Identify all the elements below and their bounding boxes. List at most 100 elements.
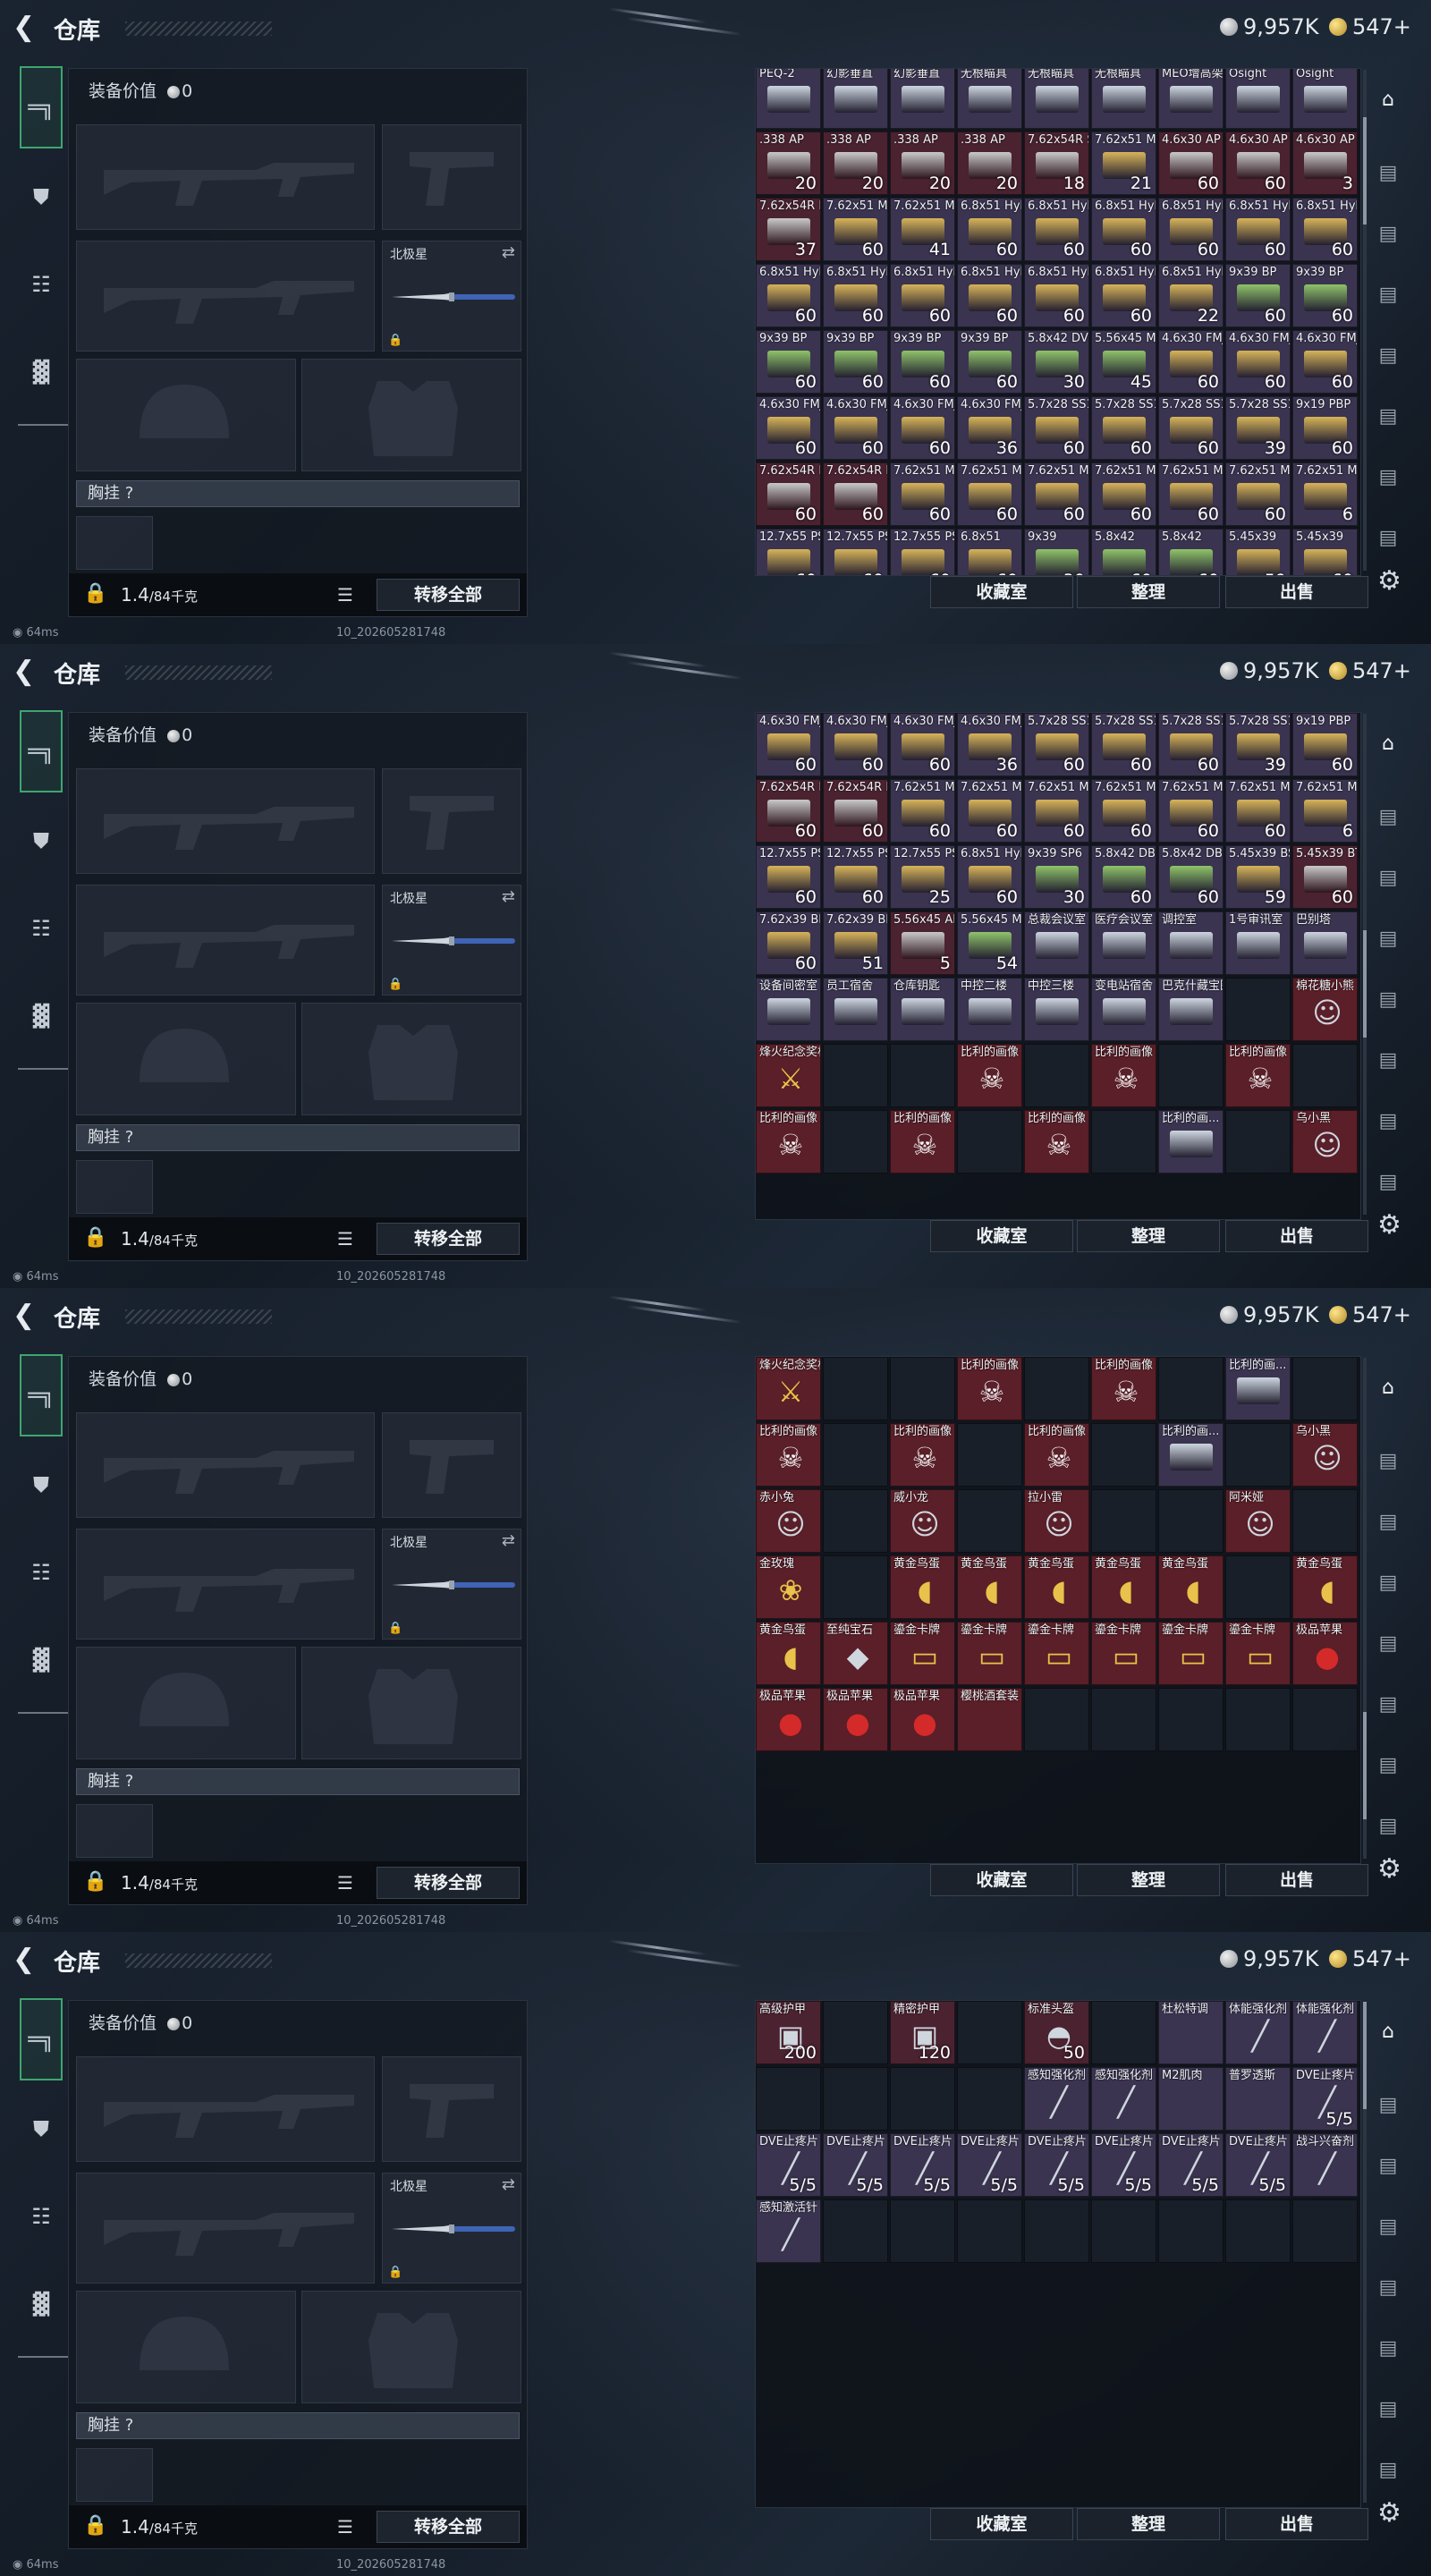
stash-item[interactable]: 5.7x28 SS190 60 — [1091, 713, 1156, 776]
stash-item[interactable]: ● 极品苹果 — [1292, 1622, 1358, 1685]
stash-item[interactable] — [1091, 1423, 1156, 1487]
stash-item[interactable]: ╱ DVE止疼片 5/5 — [1292, 2067, 1358, 2131]
list-icon[interactable]: ☰ — [337, 584, 353, 606]
primary-weapon-slot[interactable] — [76, 1412, 375, 1518]
stash-item[interactable]: 12.7x55 PS12 60 — [823, 529, 888, 575]
stash-item[interactable]: 无根瞄具 — [1024, 69, 1089, 129]
storage-tab-2-icon[interactable]: ▤ — [1370, 2148, 1406, 2184]
stash-item[interactable]: 7.62x51 M80 41 — [890, 198, 955, 261]
stash-item[interactable]: Osight — [1292, 69, 1358, 129]
stash-item[interactable]: 5.45x39 BT 60 — [1292, 845, 1358, 909]
chest-rig-header[interactable]: 胸挂 ? — [76, 1768, 520, 1795]
stash-item[interactable]: ◖ 黄金鸟蛋 — [1158, 1555, 1224, 1619]
stash-item[interactable]: 4.6x30 FMJ SX 60 — [756, 396, 821, 460]
stash-item[interactable]: 6.8x51 Hybrid 60 — [823, 264, 888, 327]
tab-rig[interactable]: ☷ — [20, 243, 63, 326]
stash-item[interactable]: 12.7x55 PS12 25 — [890, 845, 955, 909]
sell-button[interactable]: 出售 — [1225, 1864, 1368, 1896]
primary-weapon-slot[interactable] — [76, 768, 375, 874]
chest-rig-slot[interactable] — [76, 1160, 153, 1214]
stash-item[interactable] — [823, 2001, 888, 2064]
stash-item[interactable]: ◓ 标准头盔 50 — [1024, 2001, 1089, 2064]
stash-item[interactable]: 4.6x30 FMJ SX 36 — [957, 713, 1022, 776]
sell-button[interactable]: 出售 — [1225, 1220, 1368, 1252]
settings-gear-icon[interactable]: ⚙ — [1377, 1209, 1401, 1241]
stash-item[interactable]: ● 极品苹果 — [756, 1688, 821, 1751]
stash-item[interactable] — [957, 2067, 1022, 2131]
stash-item[interactable] — [1225, 978, 1291, 1041]
lock-toggle-icon[interactable]: 🔒 — [83, 1870, 107, 1893]
stash-item[interactable]: 4.6x30 FMJ SX 60 — [890, 396, 955, 460]
tab-weapons[interactable]: ═╗ — [20, 710, 63, 792]
stash-item[interactable]: 4.6x30 AP SX 60 — [1225, 131, 1291, 195]
stash-item[interactable]: ☺ 拉小雷 — [1024, 1489, 1089, 1553]
stash-item[interactable]: 9x19 PBP 60 — [1292, 396, 1358, 460]
storage-tab-2-icon[interactable]: ▤ — [1370, 1504, 1406, 1540]
stash-grid[interactable]: 4.6x30 FMJ SX604.6x30 FMJ SX604.6x30 FMJ… — [755, 712, 1361, 1220]
body-armor-slot[interactable] — [301, 359, 521, 471]
stash-item[interactable]: ◖ 黄金鸟蛋 — [1024, 1555, 1089, 1619]
stash-item[interactable]: 1号审讯室 — [1225, 911, 1291, 975]
stash-item[interactable]: 9x39 BP 60 — [756, 330, 821, 394]
transfer-all-button[interactable]: 转移全部 — [377, 1223, 520, 1255]
stash-item[interactable]: ▣ 精密护甲 120 — [890, 2001, 955, 2064]
list-icon[interactable]: ☰ — [337, 2516, 353, 2538]
stash-item[interactable]: 巴别塔 — [1292, 911, 1358, 975]
stash-item[interactable]: 9x39 BP 60 — [1225, 264, 1291, 327]
stash-item[interactable]: 5.56x45 AP 5 — [890, 911, 955, 975]
stash-item[interactable]: ● 极品苹果 — [890, 1688, 955, 1751]
stash-item[interactable]: 中控三楼 — [1024, 978, 1089, 1041]
stash-item[interactable]: 6.8x51 Hybrid 60 — [1292, 198, 1358, 261]
stash-item[interactable]: ╱ DVE止疼片 5/5 — [1225, 2133, 1291, 2197]
stash-item[interactable]: ◖ 黄金鸟蛋 — [890, 1555, 955, 1619]
stash-grid[interactable]: ⚔烽火纪念奖杯☠比利的画像☠比利的画像比利的画...☠比利的画像☠比利的画像☠比… — [755, 1356, 1361, 1864]
tab-backpack[interactable]: ▓ — [20, 2263, 63, 2345]
stash-item[interactable]: 9x39 BP 60 — [957, 330, 1022, 394]
stash-item[interactable]: MEO增高架 — [1158, 69, 1224, 129]
collection-room-button[interactable]: 收藏室 — [930, 1864, 1073, 1896]
stash-item[interactable]: 7.62x51 M80 60 — [1225, 779, 1291, 843]
stash-item[interactable]: 4.6x30 FMJ SX 60 — [823, 396, 888, 460]
stash-item[interactable]: 5.7x28 SS190 39 — [1225, 713, 1291, 776]
stash-item[interactable] — [1158, 1489, 1224, 1553]
tab-armor[interactable]: ⛊ — [20, 156, 63, 238]
storage-tab-6-icon[interactable]: ▤ — [1370, 460, 1406, 496]
stash-item[interactable] — [957, 1489, 1022, 1553]
stash-item[interactable]: 比利的画... — [1158, 1423, 1224, 1487]
storage-tab-4-icon[interactable]: ▤ — [1370, 338, 1406, 374]
storage-tab-1-icon[interactable]: ▤ — [1370, 1444, 1406, 1479]
stash-item[interactable]: ▭ 鎏金卡牌 — [1091, 1622, 1156, 1685]
stash-item[interactable]: ╱ 体能强化剂 — [1292, 2001, 1358, 2064]
tab-backpack[interactable]: ▓ — [20, 975, 63, 1057]
stash-item[interactable]: ⚔ 烽火纪念奖杯 — [756, 1044, 821, 1107]
stash-item[interactable]: 比利的画... — [1225, 1357, 1291, 1420]
settings-gear-icon[interactable]: ⚙ — [1377, 565, 1401, 597]
stash-item[interactable]: 4.6x30 FMJ SX 60 — [1225, 330, 1291, 394]
stash-item[interactable]: 6.8x51 Hybrid 60 — [1024, 264, 1089, 327]
settings-gear-icon[interactable]: ⚙ — [1377, 1853, 1401, 1885]
stash-item[interactable] — [1225, 1423, 1291, 1487]
stash-item[interactable]: 设备间密室 — [756, 978, 821, 1041]
stash-item[interactable]: .338 AP 20 — [957, 131, 1022, 195]
stash-item[interactable] — [957, 1423, 1022, 1487]
stash-item[interactable]: ☠ 比利的画像 — [756, 1110, 821, 1174]
stash-grid[interactable]: PEQ-2 幻影垂直 幻影垂直 无根瞄具 无根瞄具 无根瞄具 MEO增高架 Osight Osi… — [755, 68, 1361, 576]
stash-item[interactable]: ☠ 比利的画像 — [890, 1110, 955, 1174]
stash-item[interactable]: 6.8x51 Hybrid 60 — [890, 264, 955, 327]
stash-item[interactable]: 6.8x51 Hybrid 60 — [1158, 198, 1224, 261]
swap-icon[interactable]: ⇄ — [502, 2175, 515, 2194]
storage-tab-3-icon[interactable]: ▤ — [1370, 277, 1406, 313]
list-icon[interactable]: ☰ — [337, 1228, 353, 1250]
stash-item[interactable] — [1024, 2199, 1089, 2263]
stash-item[interactable]: ☺ 棉花糖小熊 — [1292, 978, 1358, 1041]
stash-item[interactable] — [957, 2199, 1022, 2263]
stash-item[interactable]: ▭ 鎏金卡牌 — [957, 1622, 1022, 1685]
settings-gear-icon[interactable]: ⚙ — [1377, 2497, 1401, 2529]
stash-item[interactable]: 5.45x3959 — [1225, 529, 1291, 575]
stash-item[interactable]: 7.62x51 M80 60 — [1158, 462, 1224, 526]
stash-item[interactable]: ☠ 比利的画像 — [1091, 1044, 1156, 1107]
secondary-weapon-slot[interactable] — [76, 1529, 375, 1640]
stash-item[interactable]: 9x19 PBP 60 — [1292, 713, 1358, 776]
stash-item[interactable]: ☠ 比利的画像 — [756, 1423, 821, 1487]
stash-item[interactable] — [1024, 1688, 1089, 1751]
